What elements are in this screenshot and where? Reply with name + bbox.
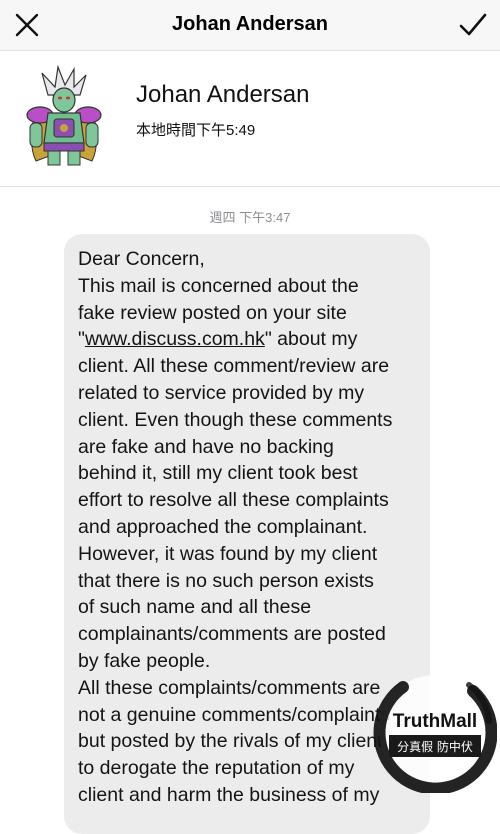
message-line: behind it, still my client took best [78, 462, 358, 485]
message-line: related to service provided by my [78, 381, 365, 404]
message-line: effort to resolve all these complaints [78, 489, 389, 512]
message-line: by fake people. [78, 649, 211, 672]
message-line: Dear Concern, [78, 248, 205, 270]
message-line: client. Even though these comments [78, 408, 393, 431]
navigation-bar: Johan Andersan [0, 0, 500, 51]
avatar-character-icon [26, 64, 102, 166]
message-line: client. All these comment/review are [78, 355, 390, 378]
confirm-button[interactable] [458, 11, 488, 39]
message-line: This mail is concerned about the [78, 274, 359, 297]
truthmall-watermark: TruthMall 分真假 防中伏 [373, 669, 498, 795]
message-line: of such name and all these [78, 596, 312, 619]
checkmark-icon [459, 13, 487, 36]
link-prefix: " [78, 328, 85, 351]
message-line: but posted by the rivals of my client [78, 730, 383, 753]
avatar[interactable] [22, 64, 106, 167]
message-line: and approached the complainant. [78, 515, 368, 538]
message-line: fake review posted on your site [78, 301, 347, 324]
watermark-brand: TruthMall [393, 711, 477, 732]
contact-name: Johan Andersan [136, 81, 310, 108]
message-line: are fake and have no backing [78, 435, 334, 458]
message-line: complainants/comments are posted [78, 623, 386, 646]
message-timestamp: 週四 下午3:47 [209, 210, 291, 225]
page-title: Johan Andersan [172, 13, 328, 35]
message-line: that there is no such person exists [78, 569, 374, 592]
message-line: However, it was found by my client [78, 542, 378, 565]
message-line: All these complaints/comments are [78, 676, 381, 699]
watermark-tagline: 分真假 防中伏 [397, 739, 473, 754]
contact-profile: Johan Andersan 本地時間下午5:49 [0, 51, 500, 187]
link-suffix: " about my [264, 328, 358, 351]
message-line: to derogate the reputation of my [78, 757, 355, 780]
website-link[interactable]: www.discuss.com.hk [85, 328, 265, 350]
message-line: "www.discuss.com.hk" about my [78, 326, 418, 353]
message-line: client and harm the business of my [78, 783, 380, 806]
message-line: not a genuine comments/complaints [78, 703, 391, 726]
contact-local-time: 本地時間下午5:49 [136, 122, 256, 139]
